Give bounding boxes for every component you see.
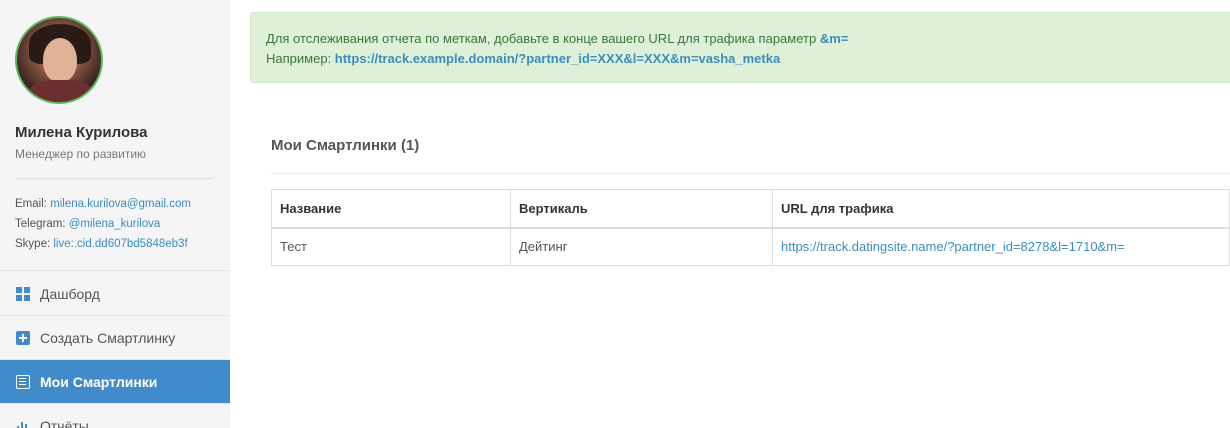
nav-item-label: Отчёты bbox=[40, 417, 89, 428]
cell-vertical: Дейтинг bbox=[510, 227, 773, 266]
nav-item-create-smartlink[interactable]: Создать Смартлинку bbox=[0, 316, 230, 360]
table-header-row: Название Вертикаль URL для трафика bbox=[271, 189, 1230, 229]
skype-link[interactable]: live:.cid.dd607bd5848eb3f bbox=[53, 238, 187, 250]
section-divider bbox=[271, 173, 1230, 174]
alert-line-2: Например: https://track.example.domain/?… bbox=[266, 49, 1215, 69]
cell-name: Тест bbox=[271, 227, 511, 266]
telegram-label: Telegram: bbox=[15, 218, 66, 230]
nav-item-reports[interactable]: Отчёты bbox=[0, 404, 230, 428]
profile-role: Менеджер по развитию bbox=[15, 147, 147, 161]
telegram-link[interactable]: @milena_kurilova bbox=[69, 218, 161, 230]
column-header-name: Название bbox=[271, 189, 511, 229]
nav-item-label: Создать Смартлинку bbox=[40, 329, 176, 346]
table-row: Тест Дейтинг https://track.datingsite.na… bbox=[271, 227, 1230, 266]
skype-label: Skype: bbox=[15, 238, 51, 250]
column-header-vertical: Вертикаль bbox=[510, 189, 773, 229]
alert-text: Для отслеживания отчета по меткам, добав… bbox=[266, 31, 820, 46]
nav-item-label: Мои Смартлинки bbox=[40, 373, 158, 390]
email-label: Email: bbox=[15, 198, 47, 210]
email-link[interactable]: milena.kurilova@gmail.com bbox=[50, 198, 191, 210]
list-icon bbox=[16, 374, 30, 389]
alert-param: &m= bbox=[819, 31, 849, 46]
nav-item-my-smartlinks[interactable]: Мои Смартлинки bbox=[0, 360, 230, 404]
avatar-body bbox=[27, 80, 95, 102]
page-title: Мои Смартлинки (1) bbox=[271, 137, 420, 154]
column-header-url: URL для трафика bbox=[772, 189, 1230, 229]
avatar-face bbox=[43, 38, 77, 82]
nav-item-dashboard[interactable]: Дашборд bbox=[0, 272, 230, 316]
nav-item-label: Дашборд bbox=[40, 285, 100, 302]
avatar[interactable] bbox=[15, 16, 103, 104]
smartlinks-table: Название Вертикаль URL для трафика Тест … bbox=[271, 189, 1230, 266]
profile-name: Милена Курилова bbox=[15, 124, 148, 141]
profile-card: Милена Курилова Менеджер по развитию Ema… bbox=[0, 0, 230, 271]
alert-example-url: https://track.example.domain/?partner_id… bbox=[334, 51, 781, 66]
dashboard-grid-icon bbox=[16, 286, 30, 301]
contact-email: Email: milena.kurilova@gmail.com bbox=[15, 198, 191, 210]
tracking-info-alert: Для отслеживания отчета по меткам, добав… bbox=[250, 12, 1230, 83]
sidebar: Милена Курилова Менеджер по развитию Ema… bbox=[0, 0, 230, 428]
profile-divider bbox=[15, 178, 213, 179]
contact-skype: Skype: live:.cid.dd607bd5848eb3f bbox=[15, 238, 188, 250]
cell-url: https://track.datingsite.name/?partner_i… bbox=[772, 227, 1230, 266]
contact-telegram: Telegram: @milena_kurilova bbox=[15, 218, 160, 230]
bar-chart-icon bbox=[16, 419, 30, 428]
alert-line-1: Для отслеживания отчета по меткам, добав… bbox=[266, 29, 1215, 49]
traffic-url-link[interactable]: https://track.datingsite.name/?partner_i… bbox=[781, 239, 1125, 254]
plus-square-icon bbox=[16, 330, 30, 345]
alert-example-label: Например: bbox=[266, 51, 335, 66]
